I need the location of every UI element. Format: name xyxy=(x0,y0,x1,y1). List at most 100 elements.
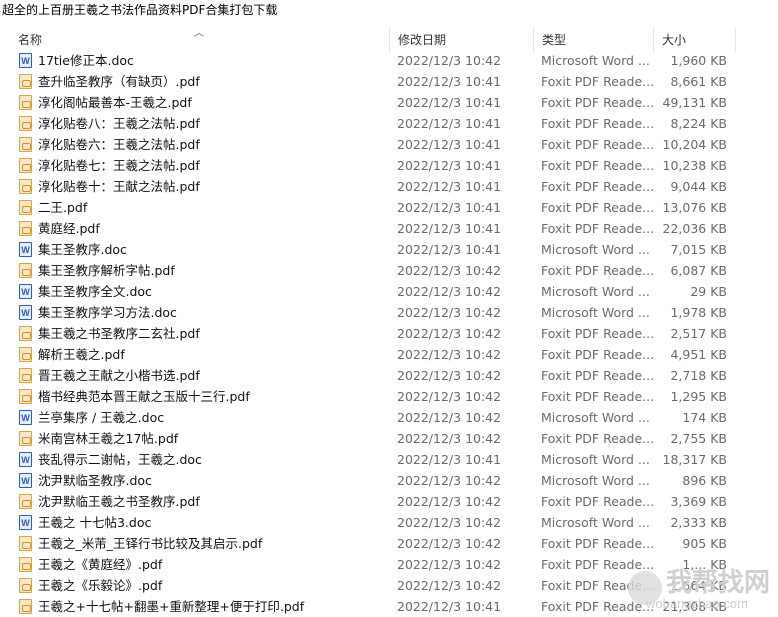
file-row[interactable]: 淳化贴卷六：王羲之法帖.pdf 2022/12/3 10:41 Foxit PDF … xyxy=(0,134,778,155)
column-header-bar: 名称 修改日期 类型 大小 xyxy=(0,28,778,52)
file-size: 18,317 KB xyxy=(662,452,727,467)
word-document-icon xyxy=(19,408,32,429)
file-date: 2022/12/3 10:42 xyxy=(397,368,502,383)
column-header-type[interactable]: 类型 xyxy=(534,28,654,52)
file-row[interactable]: 黄庭经.pdf 2022/12/3 10:41 Foxit PDF Reade...… xyxy=(0,218,778,239)
watermark: 我帮找网 wobangzhao.com xyxy=(622,563,772,613)
file-row[interactable]: 沈尹默临王羲之书圣教序.pdf 2022/12/3 10:42 Foxit PDF … xyxy=(0,491,778,512)
file-row[interactable]: 晋王羲之王献之小楷书选.pdf 2022/12/3 10:42 Foxit PDF … xyxy=(0,365,778,386)
file-size: 174 KB xyxy=(682,410,727,425)
file-date: 2022/12/3 10:41 xyxy=(397,200,502,215)
file-date: 2022/12/3 10:42 xyxy=(397,263,502,278)
file-size: 1,978 KB xyxy=(670,305,727,320)
file-date: 2022/12/3 10:41 xyxy=(397,221,502,236)
file-name: 集王圣教序解析字帖.pdf xyxy=(38,263,175,278)
file-row[interactable]: 二王.pdf 2022/12/3 10:41 Foxit PDF Reade... 1… xyxy=(0,197,778,218)
file-date: 2022/12/3 10:42 xyxy=(397,284,502,299)
file-type: Foxit PDF Reade... xyxy=(541,200,653,215)
file-row[interactable]: 淳化贴卷七：王羲之法帖.pdf 2022/12/3 10:41 Foxit PDF … xyxy=(0,155,778,176)
file-name: 解析王羲之.pdf xyxy=(38,347,125,362)
file-row[interactable]: 集王圣教序.doc 2022/12/3 10:41 Microsoft Word .… xyxy=(0,239,778,261)
file-row[interactable]: 淳化贴卷十：王献之法帖.pdf 2022/12/3 10:41 Foxit PDF … xyxy=(0,176,778,197)
file-type: Foxit PDF Reade... xyxy=(541,263,653,278)
file-name: 晋王羲之王献之小楷书选.pdf xyxy=(38,368,200,383)
file-row[interactable]: 米南宫林王羲之17帖.pdf 2022/12/3 10:42 Foxit PDF R… xyxy=(0,428,778,449)
file-type: Microsoft Word ... xyxy=(541,410,650,425)
file-date: 2022/12/3 10:42 xyxy=(397,53,502,68)
pdf-file-icon xyxy=(19,158,32,173)
column-header-date[interactable]: 修改日期 xyxy=(390,28,534,52)
file-size: 8,661 KB xyxy=(670,74,727,89)
file-row[interactable]: 集王圣教序学习方法.doc 2022/12/3 10:42 Microsoft Wo… xyxy=(0,302,778,324)
file-date: 2022/12/3 10:41 xyxy=(397,137,502,152)
file-date: 2022/12/3 10:42 xyxy=(397,305,502,320)
file-name: 楷书经典范本晋王献之玉版十三行.pdf xyxy=(38,389,250,404)
file-type: Foxit PDF Reade... xyxy=(541,326,653,341)
file-date: 2022/12/3 10:41 xyxy=(397,116,502,131)
pdf-file-icon xyxy=(19,347,32,362)
file-type: Microsoft Word ... xyxy=(541,452,650,467)
file-date: 2022/12/3 10:41 xyxy=(397,599,502,614)
file-name: 淳化贴卷七：王羲之法帖.pdf xyxy=(38,158,200,173)
file-size: 2,517 KB xyxy=(670,326,727,341)
file-date: 2022/12/3 10:41 xyxy=(397,158,502,173)
file-name: 集王圣教序全文.doc xyxy=(38,284,152,299)
pdf-file-icon xyxy=(19,578,32,593)
pdf-file-icon xyxy=(19,368,32,383)
file-date: 2022/12/3 10:42 xyxy=(397,536,502,551)
file-row[interactable]: 王羲之_米芾_王铎行书比较及其启示.pdf 2022/12/3 10:42 Foxi… xyxy=(0,533,778,554)
pdf-file-icon xyxy=(19,116,32,131)
watermark-text: 我帮找网 xyxy=(666,568,771,598)
file-row[interactable]: 兰亭集序 / 王羲之.doc 2022/12/3 10:42 Microsoft W… xyxy=(0,407,778,429)
file-size: 6,087 KB xyxy=(670,263,727,278)
word-document-icon xyxy=(19,240,32,261)
file-row[interactable]: 解析王羲之.pdf 2022/12/3 10:42 Foxit PDF Reade.… xyxy=(0,344,778,365)
file-row[interactable]: 集王圣教序解析字帖.pdf 2022/12/3 10:42 Foxit PDF Re… xyxy=(0,260,778,281)
column-header-size[interactable]: 大小 xyxy=(654,28,736,52)
file-type: Foxit PDF Reade... xyxy=(541,95,653,110)
file-row[interactable]: 17tie修正本.doc 2022/12/3 10:42 Microsoft Wor… xyxy=(0,52,778,72)
pdf-file-icon xyxy=(19,494,32,509)
file-type: Foxit PDF Reade... xyxy=(541,74,653,89)
file-row[interactable]: 集王圣教序全文.doc 2022/12/3 10:42 Microsoft Word… xyxy=(0,281,778,303)
file-name: 沈尹默临圣教序.doc xyxy=(38,473,152,488)
word-document-icon xyxy=(19,471,32,492)
file-date: 2022/12/3 10:42 xyxy=(397,515,502,530)
file-row[interactable]: 沈尹默临圣教序.doc 2022/12/3 10:42 Microsoft Word… xyxy=(0,470,778,492)
pdf-file-icon xyxy=(19,263,32,278)
file-date: 2022/12/3 10:42 xyxy=(397,578,502,593)
file-row[interactable]: 楷书经典范本晋王献之玉版十三行.pdf 2022/12/3 10:42 Foxit … xyxy=(0,386,778,407)
pdf-file-icon xyxy=(19,200,32,215)
file-type: Foxit PDF Reade... xyxy=(541,116,653,131)
file-name: 17tie修正本.doc xyxy=(38,53,134,68)
file-size: 4,951 KB xyxy=(670,347,727,362)
file-date: 2022/12/3 10:42 xyxy=(397,389,502,404)
watermark-sub: wobangzhao.com xyxy=(646,596,748,611)
file-date: 2022/12/3 10:42 xyxy=(397,326,502,341)
file-name: 王羲之_米芾_王铎行书比较及其启示.pdf xyxy=(38,536,263,551)
file-size: 10,204 KB xyxy=(662,137,727,152)
file-date: 2022/12/3 10:42 xyxy=(397,494,502,509)
file-name: 王羲之 十七帖3.doc xyxy=(38,515,152,530)
file-row[interactable]: 查升临圣教序（有缺页）.pdf 2022/12/3 10:41 Foxit PDF … xyxy=(0,71,778,92)
file-name: 淳化贴卷十：王献之法帖.pdf xyxy=(38,179,200,194)
file-name: 淳化贴卷六：王羲之法帖.pdf xyxy=(38,137,200,152)
file-type: Foxit PDF Reade... xyxy=(541,431,653,446)
file-size: 7,015 KB xyxy=(670,242,727,257)
file-row[interactable]: 王羲之 十七帖3.doc 2022/12/3 10:42 Microsoft Wor… xyxy=(0,512,778,534)
file-date: 2022/12/3 10:41 xyxy=(397,242,502,257)
file-type: Microsoft Word ... xyxy=(541,515,650,530)
file-size: 1,295 KB xyxy=(670,389,727,404)
file-name: 黄庭经.pdf xyxy=(38,221,100,236)
file-type: Microsoft Word ... xyxy=(541,242,650,257)
pdf-file-icon xyxy=(19,221,32,236)
file-date: 2022/12/3 10:41 xyxy=(397,452,502,467)
pdf-file-icon xyxy=(19,326,32,341)
file-size: 9,044 KB xyxy=(670,179,727,194)
file-row[interactable]: 丧乱得示二谢帖，王羲之.doc 2022/12/3 10:41 Microsoft … xyxy=(0,449,778,471)
file-row[interactable]: 淳化阁帖最善本-王羲之.pdf 2022/12/3 10:41 Foxit PDF … xyxy=(0,92,778,113)
file-row[interactable]: 淳化贴卷八：王羲之法帖.pdf 2022/12/3 10:41 Foxit PDF … xyxy=(0,113,778,134)
file-size: 29 KB xyxy=(690,284,727,299)
file-date: 2022/12/3 10:41 xyxy=(397,74,502,89)
file-row[interactable]: 集王羲之书圣教序二玄社.pdf 2022/12/3 10:42 Foxit PDF … xyxy=(0,323,778,344)
